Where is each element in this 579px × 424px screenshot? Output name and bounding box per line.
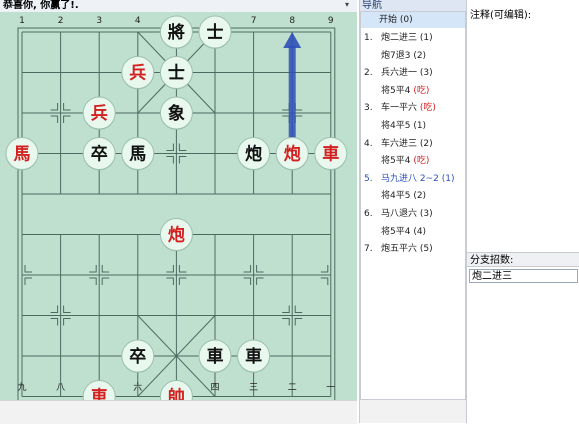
- move-text: 兵六进一 (3): [381, 68, 433, 79]
- top-coordinate: 4: [135, 16, 141, 26]
- move-item[interactable]: 3. 车一平六 (吃): [361, 100, 465, 116]
- bottom-coordinate: 三: [249, 383, 258, 393]
- piece-label: 卒: [91, 144, 108, 165]
- status-title: 恭喜你, 你赢了!.: [3, 0, 79, 11]
- move-number: 3.: [364, 103, 373, 114]
- pane-menu-icon[interactable]: ▾: [342, 0, 352, 10]
- piece[interactable]: 卒: [121, 339, 155, 373]
- piece[interactable]: 士: [198, 15, 232, 49]
- branch-header: 分支招数:: [467, 252, 579, 267]
- piece-label: 卒: [129, 346, 146, 367]
- piece[interactable]: 車: [314, 137, 348, 171]
- move-item[interactable]: 5. 马九进八 2~2 (1): [361, 171, 465, 187]
- piece[interactable]: 士: [159, 56, 193, 90]
- capture-tag: (吃): [410, 85, 430, 96]
- nav-status-bar: [360, 400, 466, 423]
- bottom-coordinate: 四: [210, 383, 219, 393]
- piece[interactable]: 炮: [159, 218, 193, 252]
- move-number: 5.: [364, 173, 373, 184]
- move-number: 6.: [364, 209, 373, 219]
- piece-label: 帥: [168, 387, 185, 401]
- piece[interactable]: 馬: [121, 137, 155, 171]
- navigation-pane: 导航 开始 (0) 1. 炮二进三 (1) 炮7退3 (2) 2. 兵六进一 (3) 将5…: [359, 0, 466, 423]
- chess-board[interactable]: 123456789九八七六五四三二一 將士兵士兵象馬卒馬炮炮車炮卒車車車帥: [0, 12, 357, 400]
- bottom-coordinate: 一: [326, 383, 335, 393]
- top-coordinate: 9: [328, 16, 334, 26]
- top-coordinate: 8: [289, 16, 295, 26]
- capture-tag: (吃): [417, 103, 436, 114]
- bottom-coordinate: 九: [17, 382, 26, 393]
- move-text: 马九进八 2~2 (1): [381, 173, 455, 184]
- move-number: 2.: [364, 68, 373, 79]
- piece[interactable]: 兵: [82, 96, 116, 130]
- move-item[interactable]: 炮7退3 (2): [361, 48, 465, 64]
- nav-header: 导航: [360, 0, 466, 11]
- move-item[interactable]: 2. 兵六进一 (3): [361, 65, 465, 81]
- move-item[interactable]: 将5平4 (吃): [361, 153, 465, 169]
- piece-label: 士: [168, 63, 185, 84]
- move-text: 炮二进三 (1): [381, 33, 433, 43]
- comment-pane: 注释(可编辑): 分支招数: 炮二进三: [466, 0, 579, 423]
- piece-label: 車: [245, 346, 262, 367]
- comment-label: 注释(可编辑):: [470, 10, 532, 21]
- move-text: 将5平4 (吃): [381, 156, 430, 167]
- move-item[interactable]: 将5平4 (吃): [361, 83, 465, 99]
- move-text: 车六进三 (2): [381, 138, 433, 149]
- piece-label: 將: [168, 22, 185, 43]
- move-number: 7.: [364, 244, 373, 255]
- piece[interactable]: 象: [159, 96, 193, 130]
- move-item[interactable]: 将5平4 (4): [361, 224, 465, 240]
- move-text: 将5平4 (吃): [381, 85, 430, 96]
- top-coordinate: 1: [19, 16, 25, 26]
- move-text: 炮7退3 (2): [381, 50, 427, 61]
- piece[interactable]: 將: [159, 15, 193, 49]
- move-start[interactable]: 开始 (0): [361, 12, 465, 28]
- piece-label: 馬: [14, 145, 31, 165]
- move-item[interactable]: 1. 炮二进三 (1): [361, 30, 465, 46]
- top-coordinate: 2: [58, 16, 64, 26]
- bottom-coordinate: 八: [56, 383, 65, 393]
- top-coordinate: 3: [96, 16, 102, 26]
- move-text: 马八退六 (3): [381, 209, 433, 219]
- move-item[interactable]: 7. 炮五平六 (5): [361, 241, 465, 257]
- piece-label: 炮: [245, 144, 262, 165]
- piece[interactable]: 兵: [121, 56, 155, 90]
- move-list[interactable]: 开始 (0) 1. 炮二进三 (1) 炮7退3 (2) 2. 兵六进一 (3) 将5平4 …: [360, 11, 466, 400]
- move-item[interactable]: 将4平5 (1): [361, 118, 465, 134]
- piece-label: 兵: [91, 103, 108, 124]
- board-pane: 恭喜你, 你赢了!. ▾ 123456789九八七六五四三二一 將士兵士兵象馬卒…: [0, 0, 357, 424]
- move-start-label: 开始 (0): [379, 15, 413, 25]
- top-coordinate: 7: [251, 16, 257, 26]
- piece[interactable]: 炮: [275, 137, 309, 171]
- board-status-bar: [0, 400, 357, 424]
- bottom-coordinate: 二: [288, 383, 297, 393]
- move-item[interactable]: 4. 车六进三 (2): [361, 136, 465, 152]
- piece-label: 士: [207, 22, 224, 43]
- move-item[interactable]: 6. 马八退六 (3): [361, 206, 465, 222]
- move-item[interactable]: 将4平5 (2): [361, 188, 465, 204]
- branch-item[interactable]: 炮二进三: [469, 269, 578, 283]
- move-text: 将4平5 (2): [381, 191, 427, 202]
- bottom-coordinate: 六: [133, 381, 142, 393]
- move-text: 将5平4 (4): [381, 226, 427, 237]
- move-text: 车一平六 (吃): [381, 103, 436, 114]
- piece-label: 車: [91, 387, 108, 401]
- piece-label: 馬: [129, 145, 146, 165]
- capture-tag: (吃): [410, 156, 430, 167]
- move-number: 4.: [364, 138, 373, 149]
- move-text: 将4平5 (1): [381, 121, 427, 131]
- piece-label: 車: [207, 346, 224, 367]
- piece-label: 車: [322, 144, 339, 165]
- piece-label: 炮: [284, 144, 301, 165]
- move-text: 炮五平六 (5): [381, 244, 433, 255]
- move-number: 1.: [364, 33, 373, 43]
- piece-label: 炮: [168, 225, 185, 246]
- piece[interactable]: 車: [198, 339, 232, 373]
- piece-label: 兵: [129, 63, 146, 84]
- piece[interactable]: 卒: [82, 137, 116, 171]
- piece[interactable]: 炮: [237, 137, 271, 171]
- piece[interactable]: 馬: [5, 137, 39, 171]
- piece-label: 象: [168, 103, 185, 124]
- piece[interactable]: 車: [237, 339, 271, 373]
